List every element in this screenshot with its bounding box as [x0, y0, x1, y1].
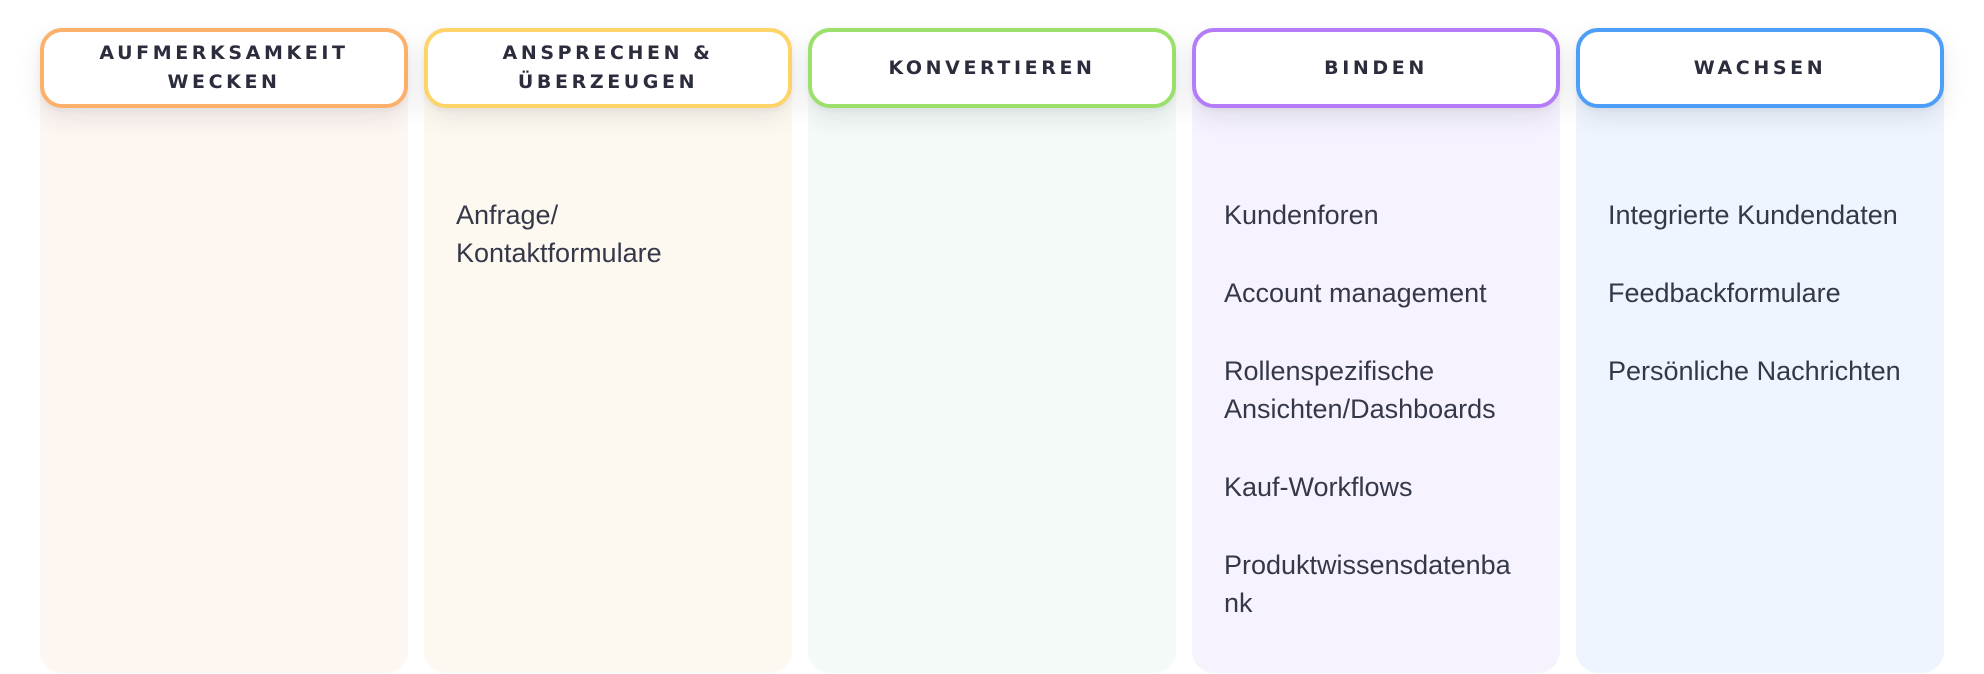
column-body: Integrierte Kundendaten Feedbackformulare… — [1576, 68, 1944, 673]
column-title: Konvertieren — [888, 56, 1096, 79]
column-body — [808, 68, 1176, 673]
column-awareness: Aufmerksamkeit wecken — [40, 28, 408, 673]
item-list: Integrierte Kundendaten Feedbackformulare… — [1608, 196, 1908, 430]
list-item: Persönliche Nachrichten — [1608, 356, 1901, 386]
customer-journey-board: Aufmerksamkeit wecken Anfrage/​Kontaktfo… — [40, 28, 1944, 673]
column-header: Ansprechen & Überzeugen — [424, 28, 792, 108]
list-item: Kundenforen — [1224, 200, 1379, 230]
column-header: Binden — [1192, 28, 1560, 108]
column-grow: Integrierte Kundendaten Feedbackformulare… — [1576, 28, 1944, 673]
column-title: Wachsen — [1693, 56, 1827, 79]
item-list: Kundenforen Account management Rollenspezi… — [1224, 196, 1524, 662]
column-title: Binden — [1324, 56, 1428, 79]
list-item: Feedbackformulare — [1608, 278, 1841, 308]
column-body: Kundenforen Account management Rollenspezi… — [1192, 68, 1560, 673]
list-item: Anfrage/​Kontaktformulare — [456, 200, 662, 268]
list-item: Integrierte Kundendaten — [1608, 200, 1898, 230]
column-convert: Konvertieren — [808, 28, 1176, 673]
list-item: Produktwissensdatenbank — [1224, 550, 1511, 618]
column-body — [40, 68, 408, 673]
column-header: Konvertieren — [808, 28, 1176, 108]
column-title: Aufmerksamkeit wecken — [99, 42, 349, 93]
item-list: Anfrage/​Kontaktformulare — [456, 196, 756, 312]
column-body: Anfrage/​Kontaktformulare — [424, 68, 792, 673]
column-header: Wachsen — [1576, 28, 1944, 108]
column-header: Aufmerksamkeit wecken — [40, 28, 408, 108]
column-engage: Anfrage/​Kontaktformulare Ansprechen & Ü… — [424, 28, 792, 673]
list-item: Rollenspezifische Ansichten/​Dashboards — [1224, 356, 1496, 424]
column-title: Ansprechen & Überzeugen — [502, 42, 714, 93]
list-item: Account management — [1224, 278, 1487, 308]
list-item: Kauf-Workflows — [1224, 472, 1413, 502]
column-retain: Kundenforen Account management Rollenspezi… — [1192, 28, 1560, 673]
